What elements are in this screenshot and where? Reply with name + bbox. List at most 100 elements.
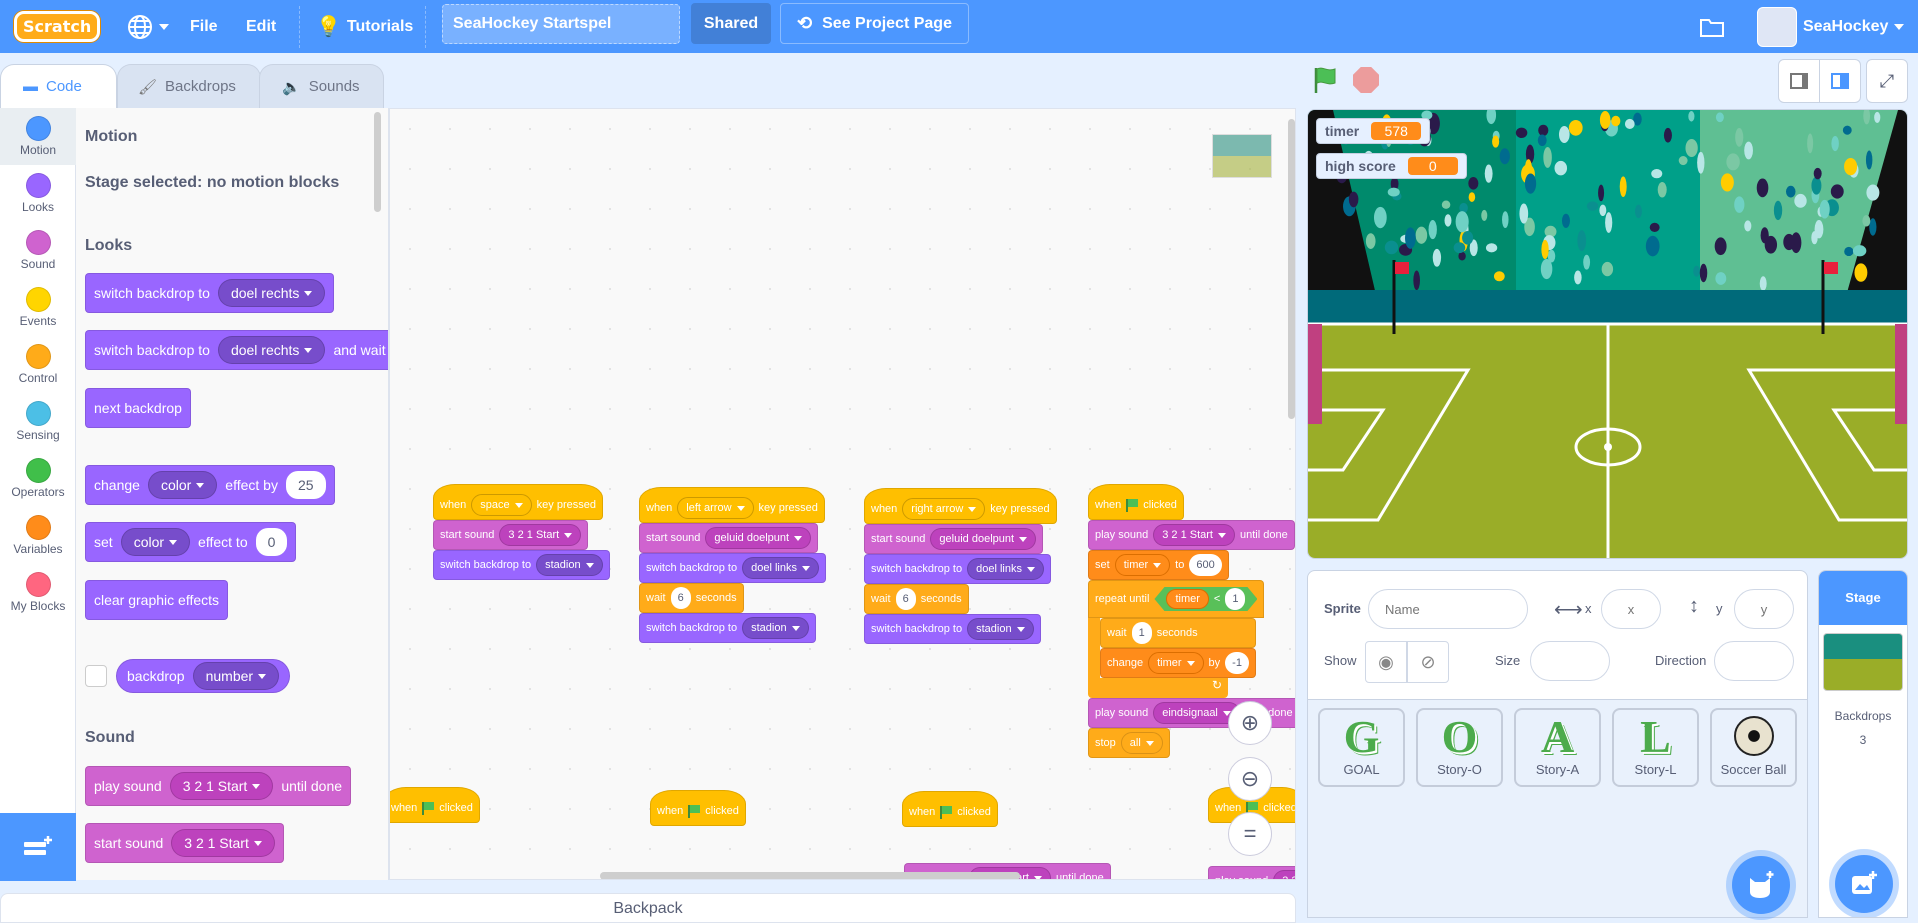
category-looks[interactable]: Looks <box>0 165 76 222</box>
category-sensing[interactable]: Sensing <box>0 393 76 450</box>
choose-sprite-button[interactable] <box>1732 856 1790 914</box>
events-block[interactable]: when clicked <box>650 790 746 826</box>
category-operators[interactable]: Operators <box>0 450 76 507</box>
shared-button[interactable]: Shared <box>691 3 771 44</box>
events-block[interactable]: when clicked <box>902 791 998 827</box>
script[interactable]: when right arrow key pressed start sound gel… <box>864 488 1057 644</box>
script[interactable]: when left arrow key pressed start sound gelu… <box>639 487 826 643</box>
control-block[interactable]: wait 6 seconds <box>639 583 744 613</box>
looks-block[interactable]: set color effect to 0 <box>85 522 297 562</box>
zoom-reset-button[interactable]: = <box>1228 812 1272 856</box>
looks-block[interactable]: next backdrop <box>85 388 191 428</box>
block-dropdown[interactable]: timer <box>1114 554 1171 576</box>
x-input[interactable] <box>1601 589 1661 629</box>
sound-block[interactable]: start sound geluid doelpunt <box>639 523 819 553</box>
category-control[interactable]: Control <box>0 336 76 393</box>
green-flag-button[interactable] <box>1312 66 1340 99</box>
backpack[interactable]: Backpack <box>0 893 1296 923</box>
scratch-logo[interactable]: Scratch <box>14 0 101 53</box>
sound-block[interactable]: play sound 3 2 1 <box>1208 866 1295 879</box>
block-number-input[interactable]: -1 <box>1225 652 1249 674</box>
variable-reporter[interactable]: timer <box>1166 589 1208 609</box>
choose-backdrop-button[interactable] <box>1835 855 1893 913</box>
show-sprite-button[interactable]: ◉ <box>1365 641 1407 683</box>
stage-canvas[interactable]: timer 578 high score 0 <box>1307 109 1908 559</box>
category-my-blocks[interactable]: My Blocks <box>0 564 76 621</box>
script[interactable]: when space key pressed start sound 3 2 1 Sta… <box>433 484 610 580</box>
script[interactable]: when clicked <box>650 790 746 826</box>
sprite-tile[interactable]: G GOAL <box>1318 708 1405 787</box>
category-sound[interactable]: Sound <box>0 222 76 279</box>
block-dropdown[interactable]: 3 2 1 Start <box>499 524 582 546</box>
looks-block[interactable]: switch backdrop to doel rechts <box>85 273 335 313</box>
timer-monitor[interactable]: timer 578 <box>1316 118 1431 144</box>
block-dropdown[interactable]: eindsignaal <box>1153 702 1240 724</box>
block-dropdown[interactable]: 3 2 1 Start <box>171 829 275 857</box>
palette-scrollbar[interactable] <box>374 112 381 212</box>
events-block[interactable]: when clicked <box>390 787 480 823</box>
sound-block[interactable]: start sound 3 2 1 Start <box>85 823 284 863</box>
sound-block[interactable]: play sound 3 2 1 Start until done <box>85 766 352 806</box>
add-extension-button[interactable] <box>0 813 76 881</box>
less-than-operator[interactable]: timer <1 <box>1154 587 1257 611</box>
sprite-tile[interactable]: Soccer Ball <box>1710 708 1797 787</box>
horizontal-scrollbar[interactable] <box>600 872 1020 879</box>
looks-block[interactable]: clear graphic effects <box>85 580 229 620</box>
backdrop-number-checkbox[interactable] <box>85 665 107 687</box>
block-dropdown[interactable]: stadion <box>536 554 603 576</box>
block-dropdown[interactable]: 3 2 1 Start <box>169 772 274 800</box>
stop-button[interactable] <box>1353 67 1379 93</box>
tab-backdrops[interactable]: 🖌 Backdrops <box>117 64 261 108</box>
zoom-out-button[interactable]: ⊖ <box>1228 757 1272 801</box>
fullscreen-button[interactable]: ⤢ <box>1866 59 1908 103</box>
block-dropdown[interactable]: doel rechts <box>217 279 326 307</box>
script[interactable]: when clicked <box>902 791 998 827</box>
block-dropdown[interactable]: left arrow <box>677 497 754 519</box>
sprite-tile[interactable]: A Story-A <box>1514 708 1601 787</box>
events-block[interactable]: when left arrow key pressed <box>639 487 825 523</box>
block-dropdown[interactable]: timer <box>1148 652 1204 674</box>
my-stuff-button[interactable] <box>1700 0 1724 53</box>
looks-block[interactable]: switch backdrop to stadion <box>639 613 816 643</box>
sprite-name-input[interactable] <box>1368 589 1528 629</box>
edit-menu[interactable]: Edit <box>246 0 276 53</box>
variables-block[interactable]: set timer to 600 <box>1088 550 1229 580</box>
block-number-input[interactable]: 6 <box>895 588 916 610</box>
block-number-input[interactable]: 0 <box>255 528 288 556</box>
block-dropdown[interactable]: geluid doelpunt <box>705 527 812 549</box>
block-dropdown[interactable]: doel links <box>742 557 819 579</box>
small-stage-button[interactable] <box>1778 59 1820 103</box>
category-events[interactable]: Events <box>0 279 76 336</box>
block-dropdown[interactable]: 3 2 1 Start <box>1153 524 1235 546</box>
language-menu[interactable] <box>127 0 169 53</box>
looks-block[interactable]: change color effect by 25 <box>85 465 335 505</box>
hide-sprite-button[interactable]: ⊘ <box>1407 641 1449 683</box>
events-block[interactable]: when clicked <box>1088 484 1184 520</box>
block-dropdown[interactable]: stadion <box>742 617 809 639</box>
sound-block[interactable]: play sound 3 2 1 Start until done <box>1088 520 1295 550</box>
vertical-scrollbar[interactable] <box>1288 119 1295 419</box>
block-dropdown[interactable]: stadion <box>967 618 1034 640</box>
looks-block[interactable]: switch backdrop to doel links <box>639 553 826 583</box>
block-dropdown[interactable]: color <box>120 528 191 556</box>
sprite-tile[interactable]: O Story-O <box>1416 708 1503 787</box>
block-number-input[interactable]: 25 <box>285 471 326 499</box>
block-dropdown[interactable]: all <box>1120 732 1163 754</box>
script[interactable]: play sound 3 2 1 <box>1208 866 1295 879</box>
code-workspace[interactable]: when space key pressed start sound 3 2 1 Sta… <box>389 108 1296 880</box>
block-dropdown[interactable]: geluid doelpunt <box>930 528 1037 550</box>
stage-target-pane[interactable]: Stage Backdrops 3 <box>1818 570 1908 918</box>
high-score-monitor[interactable]: high score 0 <box>1316 153 1467 179</box>
looks-block[interactable]: switch backdrop to doel rechts and wait <box>85 330 388 370</box>
direction-input[interactable] <box>1714 641 1794 681</box>
block-number-input[interactable]: 1 <box>1225 588 1245 610</box>
looks-block[interactable]: backdrop number <box>116 659 291 693</box>
block-dropdown[interactable]: right arrow <box>902 498 986 520</box>
tutorials-button[interactable]: 💡 Tutorials <box>316 0 413 53</box>
sound-block[interactable]: start sound geluid doelpunt <box>864 524 1044 554</box>
account-menu[interactable]: SeaHockey <box>1757 0 1905 53</box>
category-variables[interactable]: Variables <box>0 507 76 564</box>
normal-stage-button[interactable] <box>1819 59 1861 103</box>
tab-code[interactable]: ▬ Code <box>0 64 117 108</box>
block-number-input[interactable]: 1 <box>1131 622 1152 644</box>
